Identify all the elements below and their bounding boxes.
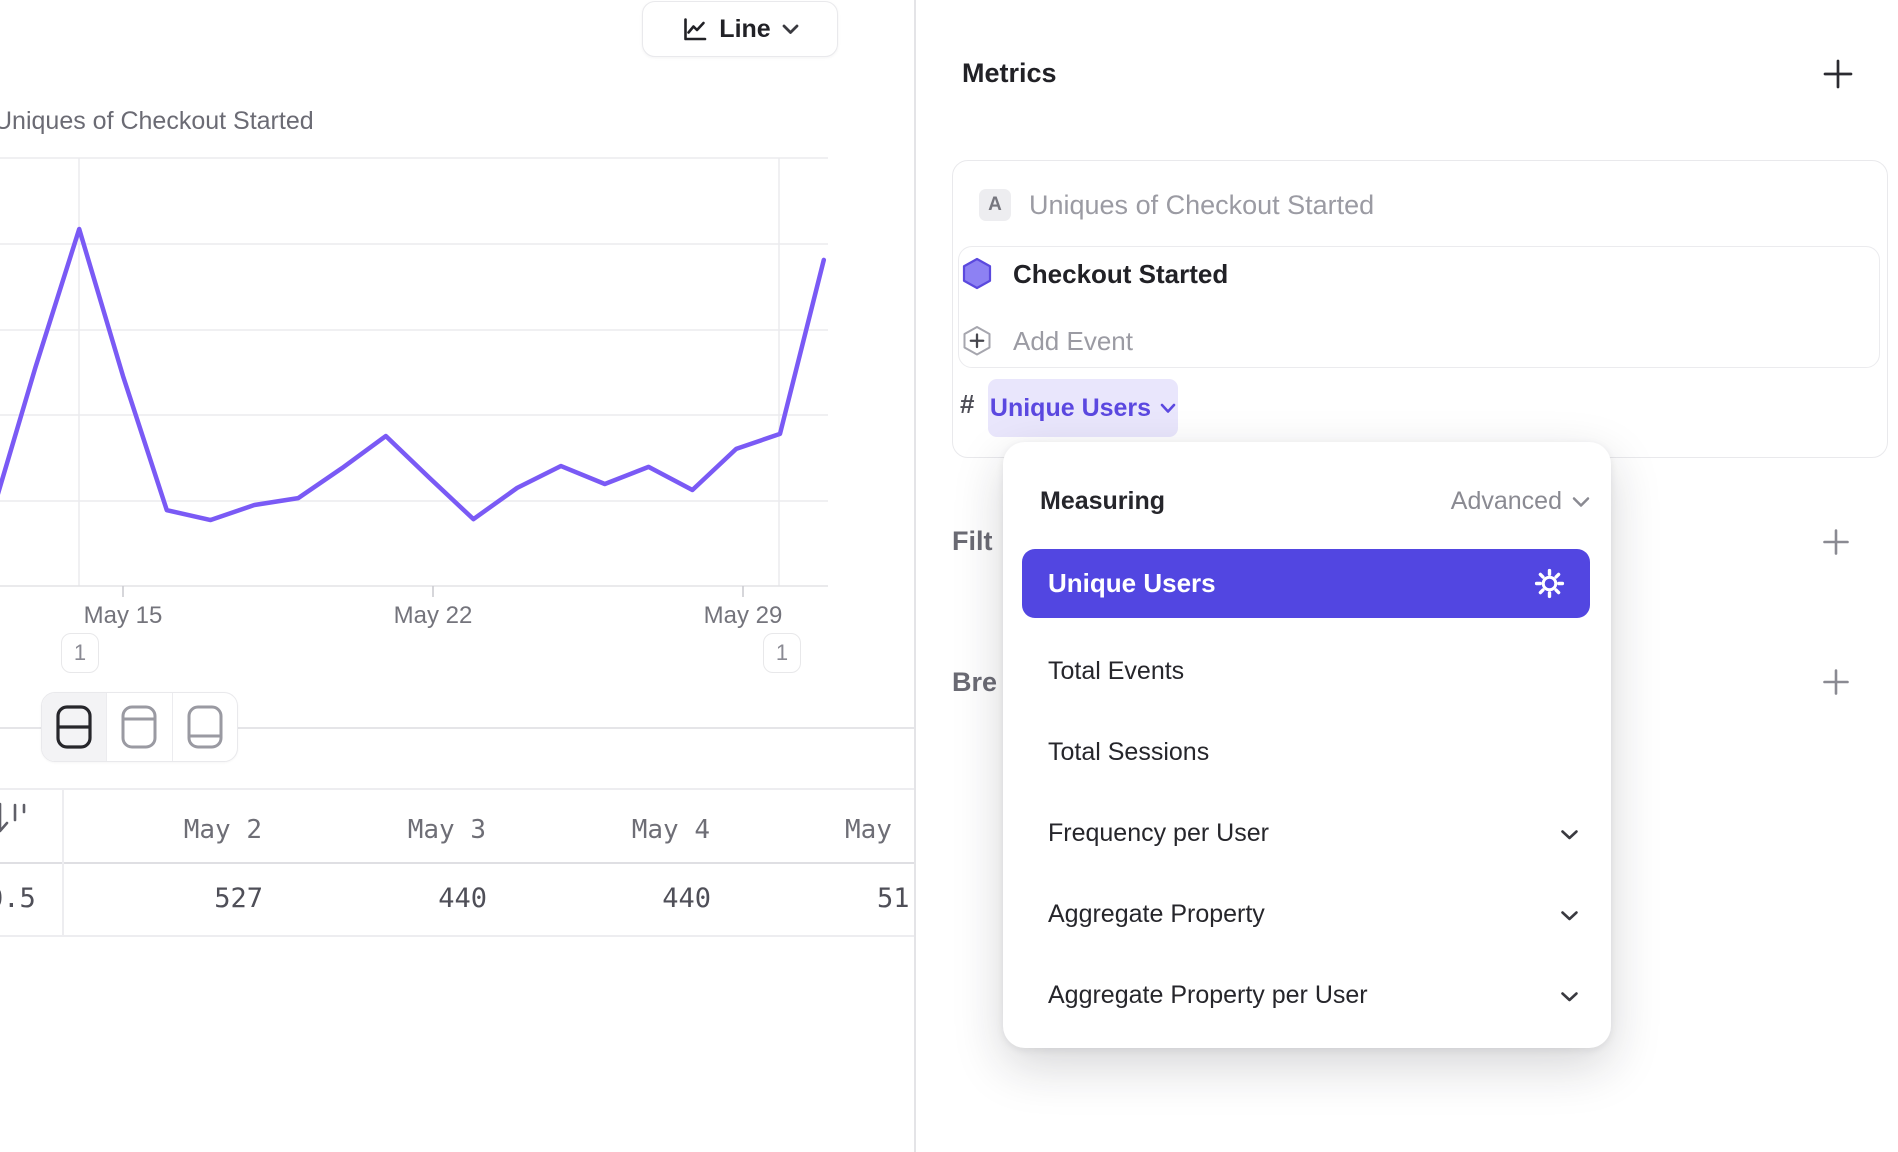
layout-toggle-chart-only[interactable] bbox=[106, 693, 171, 761]
dropdown-item-aggregate-property-per-user[interactable]: Aggregate Property per User bbox=[1048, 981, 1488, 1013]
series-letter-badge: A bbox=[979, 189, 1011, 221]
table-cell: 51 bbox=[877, 883, 910, 914]
add-filter-plus-icon[interactable] bbox=[1822, 528, 1850, 556]
add-breakdown-plus-icon[interactable] bbox=[1822, 668, 1850, 696]
panel-divider bbox=[914, 0, 916, 1152]
chart-type-label: Line bbox=[719, 15, 770, 44]
split-horizontal-icon bbox=[55, 704, 93, 750]
table-cell: 440 bbox=[337, 883, 487, 914]
add-event-button[interactable]: Add Event bbox=[1013, 326, 1133, 357]
layout-toggle-table-only[interactable] bbox=[172, 693, 237, 761]
table-column-border bbox=[62, 788, 64, 935]
chevron-down-icon bbox=[1160, 403, 1176, 414]
sort-descending-icon[interactable] bbox=[0, 800, 32, 838]
dropdown-item-frequency-per-user[interactable]: Frequency per User bbox=[1048, 819, 1488, 851]
x-axis-label: May 22 bbox=[363, 602, 503, 630]
x-axis-label: May 29 bbox=[673, 602, 813, 630]
dropdown-item-aggregate-property[interactable]: Aggregate Property bbox=[1048, 900, 1488, 932]
layout-toggle bbox=[41, 692, 238, 762]
measurement-chip[interactable]: Unique Users bbox=[988, 379, 1178, 437]
annotation-badge[interactable]: 1 bbox=[61, 633, 99, 673]
chart-section: Uniques of Checkout Started Line May 15 … bbox=[0, 0, 915, 1152]
panel-bottom-icon bbox=[186, 704, 224, 750]
hexagon-plus-icon[interactable] bbox=[962, 325, 992, 356]
chevron-down-icon bbox=[1560, 819, 1584, 851]
table-top-border bbox=[0, 788, 914, 790]
table-row-border bbox=[0, 935, 914, 937]
selected-item-label: Unique Users bbox=[1048, 568, 1534, 599]
filters-heading: Filt bbox=[952, 526, 993, 557]
chevron-down-icon bbox=[782, 24, 799, 35]
measuring-heading: Measuring bbox=[1040, 487, 1165, 516]
metric-card-title[interactable]: Uniques of Checkout Started bbox=[1029, 190, 1374, 221]
table-header-cell[interactable]: May 4 bbox=[560, 815, 710, 845]
panel-top-icon bbox=[120, 704, 158, 750]
breakdowns-heading: Bre bbox=[952, 667, 997, 698]
annotation-badge[interactable]: 1 bbox=[763, 633, 801, 673]
table-row-label: 0.5 bbox=[0, 883, 36, 914]
line-chart-icon bbox=[681, 16, 708, 43]
dropdown-item-total-events[interactable]: Total Events bbox=[1048, 657, 1488, 689]
hexagon-icon bbox=[962, 257, 992, 290]
layout-toggle-split-view[interactable] bbox=[42, 693, 106, 761]
table-header-cell[interactable]: May bbox=[845, 815, 892, 845]
add-metric-plus-icon[interactable] bbox=[1822, 58, 1854, 90]
measurement-chip-label: Unique Users bbox=[990, 394, 1151, 423]
chevron-down-icon bbox=[1560, 981, 1584, 1013]
table-header-cell[interactable]: May 3 bbox=[336, 815, 486, 845]
table-header-cell[interactable]: May 2 bbox=[112, 815, 262, 845]
chart-type-button[interactable]: Line bbox=[642, 1, 838, 57]
dropdown-item-total-sessions[interactable]: Total Sessions bbox=[1048, 738, 1488, 770]
table-cell: 440 bbox=[561, 883, 711, 914]
table-cell: 527 bbox=[113, 883, 263, 914]
table-header-border bbox=[0, 862, 914, 864]
advanced-mode-toggle[interactable]: Advanced bbox=[1430, 487, 1590, 516]
x-axis-label: May 15 bbox=[53, 602, 193, 630]
chevron-down-icon bbox=[1572, 496, 1590, 508]
insights-report-page: Uniques of Checkout Started Line May 15 … bbox=[0, 0, 1898, 1152]
chevron-down-icon bbox=[1560, 900, 1584, 932]
metrics-heading: Metrics bbox=[962, 58, 1057, 89]
dropdown-item-unique-users-selected[interactable]: Unique Users bbox=[1022, 549, 1590, 618]
event-name[interactable]: Checkout Started bbox=[1013, 259, 1228, 290]
advanced-label: Advanced bbox=[1451, 487, 1562, 516]
gear-icon[interactable] bbox=[1534, 568, 1565, 599]
chart-title: Uniques of Checkout Started bbox=[0, 107, 314, 136]
measurement-prefix: # bbox=[960, 389, 974, 420]
